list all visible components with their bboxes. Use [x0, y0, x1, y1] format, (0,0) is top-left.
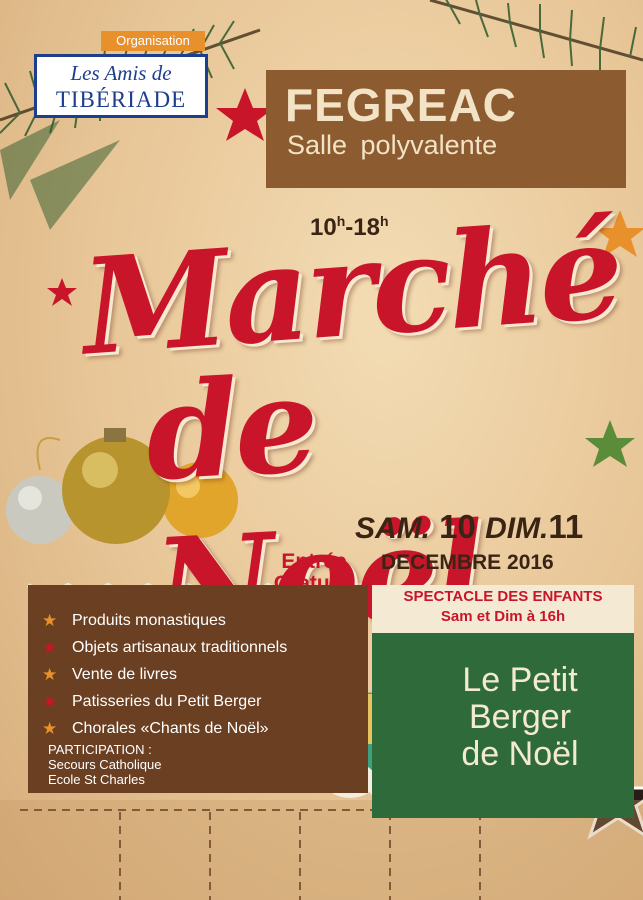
- poster: Organisation Les Amis de TIBÉRIADE FEGRE…: [0, 0, 643, 900]
- star-icon: ★: [42, 664, 58, 684]
- organizer-name-line2: TIBÉRIADE: [55, 87, 187, 112]
- event-dates: SAM. 10 DIM.11: [355, 508, 583, 546]
- venue-hall: Salle polyvalente: [287, 130, 498, 160]
- star-icon: ★: [42, 691, 58, 711]
- organizer-tag: Organisation: [101, 31, 205, 51]
- day1-number: 10: [439, 508, 476, 545]
- offering-label: Objets artisanaux traditionnels: [72, 638, 288, 656]
- day1-label: SAM.: [355, 512, 430, 545]
- list-item: ★ Vente de livres: [42, 661, 287, 688]
- list-item: ★ Chorales «Chants de Noël»: [42, 715, 287, 742]
- star-icon: ★: [42, 610, 58, 630]
- list-item: ★ Objets artisanaux traditionnels: [42, 634, 287, 661]
- children-show-title: Le Petit Berger de Noël: [420, 662, 620, 773]
- offering-label: Patisseries du Petit Berger: [72, 692, 262, 710]
- participation-item: Ecole St Charles: [48, 772, 145, 787]
- participation-heading: PARTICIPATION :: [48, 742, 152, 757]
- offering-label: Vente de livres: [72, 665, 177, 683]
- event-month-year: DECEMBRE 2016: [381, 551, 554, 574]
- star-icon: ★: [42, 718, 58, 738]
- participation-block: PARTICIPATION : Secours Catholique Ecole…: [48, 742, 161, 787]
- show-title-line: de Noël: [461, 735, 579, 773]
- organizer-name-line1: Les Amis de: [70, 61, 172, 85]
- children-show-time: Sam et Dim à 16h: [440, 608, 566, 625]
- day2-number: 11: [548, 508, 584, 545]
- star-icon: ★: [42, 637, 58, 657]
- offerings-list: ★ Produits monastiques ★ Objets artisanaux…: [42, 607, 287, 742]
- show-title-line: Berger: [468, 698, 572, 736]
- offering-label: Chorales «Chants de Noël»: [72, 719, 269, 737]
- children-show-heading: SPECTACLE DES ENFANTS: [403, 588, 603, 605]
- list-item: ★ Produits monastiques: [42, 607, 287, 634]
- entry-line1: Entrée: [281, 550, 347, 573]
- star-decoration: [47, 278, 77, 306]
- show-title-line: Le Petit: [462, 661, 578, 699]
- venue-city: FEGREAC: [285, 79, 517, 131]
- participation-item: Secours Catholique: [48, 757, 162, 772]
- list-item: ★ Patisseries du Petit Berger: [42, 688, 287, 715]
- day2-label: DIM.: [485, 512, 549, 545]
- organizer-logo: Les Amis de TIBÉRIADE: [34, 54, 208, 118]
- offering-label: Produits monastiques: [72, 611, 226, 629]
